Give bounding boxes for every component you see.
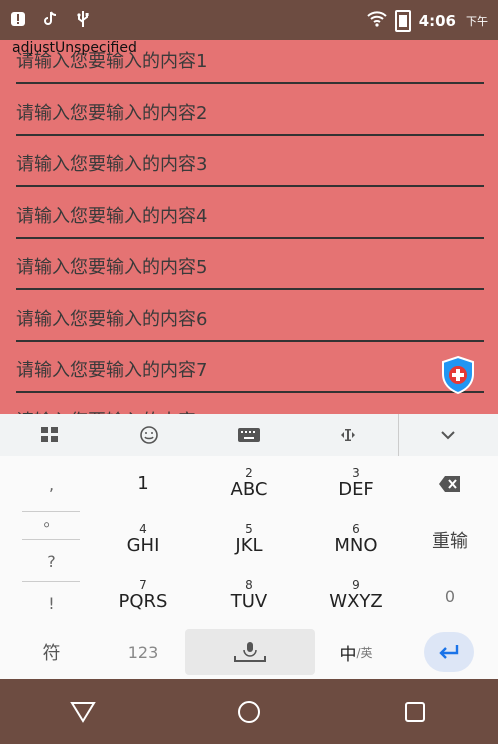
navigation-bar: [0, 679, 498, 744]
key-4-ghi[interactable]: 4 GHI: [103, 512, 183, 568]
keyboard: , 。 ? ! 1 2 ABC 3 DEF 4 GHI 5 JKL 6 MNO …: [0, 456, 498, 679]
battery-icon: [394, 10, 411, 32]
symbol-key[interactable]: 符: [0, 629, 103, 675]
status-left-icons: [10, 10, 90, 34]
key-9-wxyz[interactable]: 9 WXYZ: [316, 568, 396, 624]
number-key[interactable]: 123: [103, 629, 183, 675]
text-input-4[interactable]: 请输入您要输入的内容4: [16, 197, 484, 239]
text-input-6[interactable]: 请输入您要输入的内容6: [16, 300, 484, 342]
language-switch-key[interactable]: 中 /英: [316, 629, 396, 675]
emoji-icon[interactable]: [99, 414, 198, 456]
key-7-pqrs[interactable]: 7 PQRS: [103, 568, 183, 624]
key-8-tuv[interactable]: 8 TUV: [209, 568, 289, 624]
wifi-icon: [366, 11, 387, 31]
punct-key-question[interactable]: ?: [0, 540, 103, 582]
key-2-abc[interactable]: 2 ABC: [209, 456, 289, 512]
key-3-def[interactable]: 3 DEF: [316, 456, 396, 512]
text-input-7[interactable]: 请输入您要输入的内容7: [16, 351, 484, 393]
backspace-key[interactable]: [410, 456, 490, 512]
status-ampm: 下午: [466, 15, 488, 28]
keyboard-icon[interactable]: [199, 414, 298, 456]
microphone-icon: [234, 642, 266, 662]
cursor-icon[interactable]: [298, 414, 397, 456]
punct-key-period[interactable]: 。: [0, 498, 103, 540]
back-icon[interactable]: [43, 692, 123, 732]
recents-icon[interactable]: [375, 692, 455, 732]
home-icon[interactable]: [209, 692, 289, 732]
enter-key[interactable]: [424, 632, 474, 672]
keyboard-bottom-row: 符 123 中 /英: [0, 624, 498, 679]
zero-key[interactable]: 0: [410, 568, 490, 624]
alert-icon: [10, 11, 26, 33]
punctuation-column: , 。 ? !: [0, 456, 103, 624]
key-6-mno[interactable]: 6 MNO: [316, 512, 396, 568]
text-input-3[interactable]: 请输入您要输入的内容3: [16, 145, 484, 187]
space-voice-key[interactable]: [185, 629, 315, 675]
status-bar: 4:06 下午: [0, 0, 498, 40]
key-5-jkl[interactable]: 5 JKL: [209, 512, 289, 568]
collapse-icon[interactable]: [397, 414, 498, 456]
mode-label: adjustUnspecified: [12, 40, 137, 56]
key-1[interactable]: 1: [103, 456, 183, 512]
menu-grid-icon[interactable]: [0, 414, 99, 456]
keyboard-toolbar: [0, 414, 498, 456]
usb-icon: [76, 10, 90, 34]
status-right: 4:06 下午: [366, 10, 488, 32]
shield-plus-icon[interactable]: [440, 355, 476, 395]
punct-key-exclaim[interactable]: !: [0, 582, 103, 624]
tiktok-icon: [44, 11, 58, 33]
reinput-key[interactable]: 重输: [410, 512, 490, 568]
enter-icon: [439, 645, 459, 659]
text-input-5[interactable]: 请输入您要输入的内容5: [16, 248, 484, 290]
status-time: 4:06: [418, 12, 456, 30]
backspace-icon: [439, 476, 460, 492]
text-input-2[interactable]: 请输入您要输入的内容2: [16, 94, 484, 136]
